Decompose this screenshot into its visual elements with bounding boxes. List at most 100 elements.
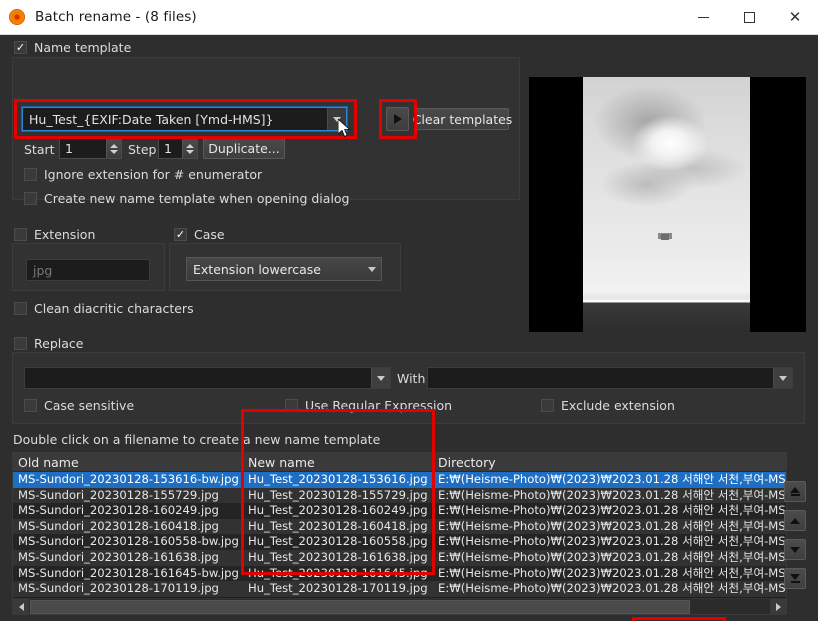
step-stepper[interactable]: 1 — [158, 138, 198, 159]
replace-checkbox[interactable]: ✓ Replace — [14, 336, 83, 351]
replace-to-input[interactable] — [427, 367, 793, 389]
move-to-bottom-button[interactable] — [784, 568, 806, 589]
use-regex-label: Use Regular Expression — [305, 398, 452, 413]
image-preview — [529, 77, 806, 332]
start-value: 1 — [60, 141, 106, 156]
close-icon[interactable]: ✕ — [772, 0, 818, 34]
column-header-old-name[interactable]: Old name — [13, 453, 243, 471]
step-value: 1 — [159, 141, 182, 156]
apply-template-button[interactable] — [386, 107, 409, 131]
cell-new: Hu_Test_20230128-161645.jpg — [243, 566, 433, 582]
cell-new: Hu_Test_20230128-160249.jpg — [243, 503, 433, 519]
cell-new: Hu_Test_20230128-153616.jpg — [243, 472, 433, 488]
list-nav-buttons — [784, 481, 806, 597]
duplicate-button[interactable]: Duplicate... — [203, 138, 285, 159]
table-row[interactable]: MS-Sundori_20230128-161638.jpgHu_Test_20… — [13, 550, 786, 566]
cell-new: Hu_Test_20230128-160558.jpg — [243, 534, 433, 550]
checkbox-box: ✓ — [14, 302, 27, 315]
cell-dir: E:₩(Heisme-Photo)₩(2023)₩2023.01.28 서해안 … — [433, 534, 786, 550]
create-new-template-checkbox[interactable]: ✓ Create new name template when opening … — [24, 191, 350, 206]
checkbox-box: ✓ — [541, 399, 554, 412]
title-bar: Batch rename - (8 files) ✕ — [0, 0, 818, 35]
maximize-icon[interactable] — [726, 0, 772, 34]
cell-new: Hu_Test_20230128-160418.jpg — [243, 519, 433, 535]
drone-subject — [661, 234, 669, 240]
column-header-new-name[interactable]: New name — [243, 453, 433, 471]
preview-photo — [583, 77, 750, 332]
case-sensitive-checkbox[interactable]: ✓ Case sensitive — [24, 398, 134, 413]
table-row[interactable]: MS-Sundori_20230128-170119.jpgHu_Test_20… — [13, 581, 786, 597]
replace-label: Replace — [34, 336, 83, 351]
table-row[interactable]: MS-Sundori_20230128-160418.jpgHu_Test_20… — [13, 519, 786, 535]
step-spin-arrows-icon[interactable] — [182, 139, 197, 158]
table-row[interactable]: MS-Sundori_20230128-153616-bw.jpgHu_Test… — [13, 472, 786, 488]
batch-rename-dialog: Batch rename - (8 files) ✕ ✓ Name templa… — [0, 0, 818, 621]
exclude-extension-checkbox[interactable]: ✓ Exclude extension — [541, 398, 675, 413]
cell-dir: E:₩(Heisme-Photo)₩(2023)₩2023.01.28 서해안 … — [433, 566, 786, 582]
case-label: Case — [194, 227, 225, 242]
move-up-button[interactable] — [784, 510, 806, 531]
app-sun-icon — [8, 8, 26, 26]
case-option-select[interactable]: Extension lowercase — [186, 257, 382, 281]
checkbox-box: ✓ — [285, 399, 298, 412]
file-list-header: Old name New name Directory — [13, 453, 786, 472]
extension-placeholder: jpg — [33, 263, 52, 278]
cell-dir: E:₩(Heisme-Photo)₩(2023)₩2023.01.28 서해안 … — [433, 472, 786, 488]
cell-dir: E:₩(Heisme-Photo)₩(2023)₩2023.01.28 서해안 … — [433, 503, 786, 519]
list-hint: Double click on a filename to create a n… — [13, 432, 380, 447]
cell-old: MS-Sundori_20230128-161645-bw.jpg — [13, 566, 243, 582]
name-template-checkbox[interactable]: ✓ Name template — [14, 40, 131, 55]
chevron-down-icon[interactable] — [371, 368, 390, 388]
cell-new: Hu_Test_20230128-170119.jpg — [243, 581, 433, 597]
step-label: Step — [128, 142, 156, 157]
chevron-down-icon[interactable] — [362, 258, 381, 280]
table-row[interactable]: MS-Sundori_20230128-155729.jpgHu_Test_20… — [13, 488, 786, 504]
clean-diacritic-checkbox[interactable]: ✓ Clean diacritic characters — [14, 301, 194, 316]
cell-dir: E:₩(Heisme-Photo)₩(2023)₩2023.01.28 서해안 … — [433, 550, 786, 566]
file-list-rows: MS-Sundori_20230128-153616-bw.jpgHu_Test… — [13, 472, 786, 597]
window-title: Batch rename - (8 files) — [35, 9, 197, 25]
table-row[interactable]: MS-Sundori_20230128-161645-bw.jpgHu_Test… — [13, 566, 786, 582]
start-stepper[interactable]: 1 — [59, 138, 122, 159]
clean-diacritic-label: Clean diacritic characters — [34, 301, 194, 316]
column-header-directory[interactable]: Directory — [433, 453, 786, 471]
move-down-button[interactable] — [784, 539, 806, 560]
chevron-down-icon[interactable] — [773, 368, 792, 388]
with-label: With — [397, 371, 425, 386]
table-row[interactable]: MS-Sundori_20230128-160558-bw.jpgHu_Test… — [13, 534, 786, 550]
cell-old: MS-Sundori_20230128-153616-bw.jpg — [13, 472, 243, 488]
move-to-top-button[interactable] — [784, 481, 806, 502]
start-spin-arrows-icon[interactable] — [106, 139, 121, 158]
case-sensitive-label: Case sensitive — [44, 398, 134, 413]
cell-dir: E:₩(Heisme-Photo)₩(2023)₩2023.01.28 서해안 … — [433, 581, 786, 597]
ignore-extension-checkbox[interactable]: ✓ Ignore extension for # enumerator — [24, 167, 262, 182]
scroll-left-icon[interactable] — [13, 599, 29, 615]
name-template-label: Name template — [34, 40, 131, 55]
extension-checkbox[interactable]: ✓ Extension — [14, 227, 95, 242]
checkbox-box: ✓ — [174, 228, 187, 241]
cell-dir: E:₩(Heisme-Photo)₩(2023)₩2023.01.28 서해안 … — [433, 519, 786, 535]
mouse-cursor — [338, 119, 352, 139]
extension-input[interactable]: jpg — [26, 259, 150, 281]
scroll-right-icon[interactable] — [770, 599, 786, 615]
scrollbar-thumb[interactable] — [30, 600, 690, 614]
checkbox-box: ✓ — [24, 192, 37, 205]
horizontal-scrollbar[interactable] — [13, 598, 786, 614]
extension-label: Extension — [34, 227, 95, 242]
checkbox-box: ✓ — [14, 228, 27, 241]
preview-horizon — [583, 300, 750, 332]
cell-old: MS-Sundori_20230128-160249.jpg — [13, 503, 243, 519]
clear-templates-button[interactable]: Clear templates — [416, 108, 509, 130]
cell-new: Hu_Test_20230128-155729.jpg — [243, 488, 433, 504]
checkbox-box: ✓ — [24, 399, 37, 412]
cell-old: MS-Sundori_20230128-160418.jpg — [13, 519, 243, 535]
file-list[interactable]: Old name New name Directory MS-Sundori_2… — [12, 452, 787, 615]
minimize-icon[interactable] — [680, 0, 726, 34]
use-regex-checkbox[interactable]: ✓ Use Regular Expression — [285, 398, 452, 413]
checkbox-box: ✓ — [14, 41, 27, 54]
name-template-input[interactable]: Hu_Test_{EXIF:Date Taken [Ymd-HMS]} — [22, 107, 347, 131]
replace-from-input[interactable] — [24, 367, 391, 389]
case-checkbox[interactable]: ✓ Case — [174, 227, 225, 242]
table-row[interactable]: MS-Sundori_20230128-160249.jpgHu_Test_20… — [13, 503, 786, 519]
cell-old: MS-Sundori_20230128-161638.jpg — [13, 550, 243, 566]
